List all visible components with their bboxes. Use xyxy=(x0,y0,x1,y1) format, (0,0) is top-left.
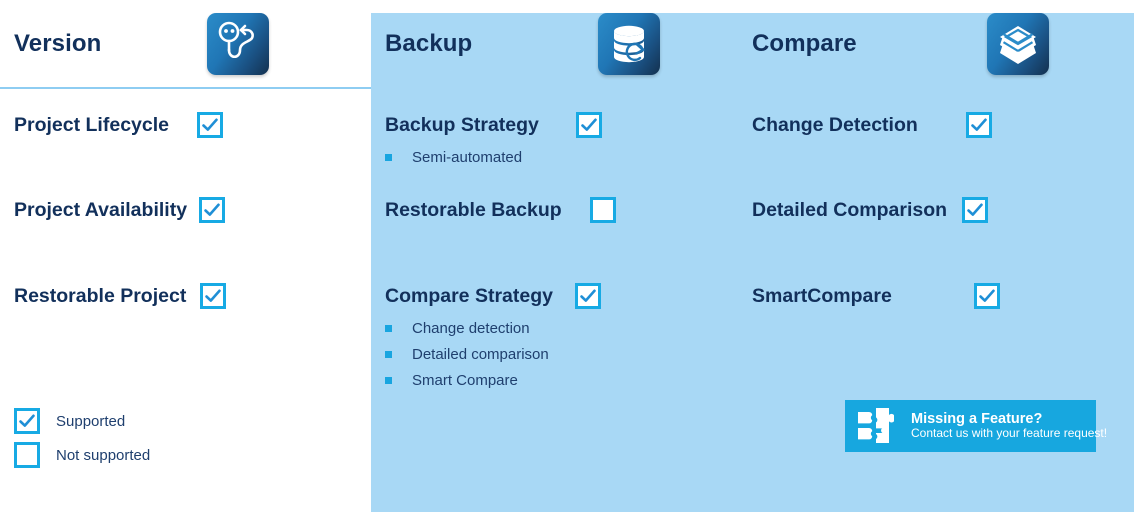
subitem: Smart Compare xyxy=(385,367,601,393)
banner-subtitle: Contact us with your feature request! xyxy=(911,426,1108,441)
legend-label-not-supported: Not supported xyxy=(56,446,151,464)
banner-text: Missing a Feature? Contact us with your … xyxy=(911,411,1107,441)
feature-label: Project Lifecycle xyxy=(14,113,169,136)
checkbox-supported[interactable] xyxy=(200,283,227,309)
legend: Supported Not supported xyxy=(14,404,150,472)
checkbox-supported[interactable] xyxy=(199,197,226,223)
checkbox-supported[interactable] xyxy=(575,112,602,138)
subitem: Semi-automated xyxy=(385,144,602,170)
feature-row: SmartCompare xyxy=(752,281,1000,311)
feature-label: Restorable Backup xyxy=(385,198,562,221)
feature-row: Backup Strategy Semi-automated xyxy=(385,110,602,170)
bullet-icon xyxy=(385,324,392,332)
puzzle-piece-icon xyxy=(856,406,900,446)
checkbox-supported[interactable] xyxy=(197,112,223,138)
subitem-label: Detailed comparison xyxy=(412,345,549,363)
checkbox-supported[interactable] xyxy=(973,283,1000,309)
feature-label: SmartCompare xyxy=(752,284,892,307)
banner-title: Missing a Feature? xyxy=(911,410,1043,427)
feature-row: Project Availability xyxy=(14,195,226,225)
checkbox-supported[interactable] xyxy=(965,112,992,138)
feature-label: Backup Strategy xyxy=(385,113,539,136)
checkbox-not-supported-sample xyxy=(14,442,40,468)
feature-row: Detailed Comparison xyxy=(752,195,989,225)
feature-label: Compare Strategy xyxy=(385,284,553,307)
subitem: Change detection xyxy=(385,315,601,341)
bullet-icon xyxy=(385,153,392,161)
checkbox-supported-sample xyxy=(14,408,40,434)
column-header-version: Version xyxy=(0,0,371,87)
checkbox-supported[interactable] xyxy=(962,197,989,223)
database-restore-icon xyxy=(598,13,660,75)
feature-label: Detailed Comparison xyxy=(752,198,948,221)
feature-row: Project Lifecycle xyxy=(14,110,223,140)
legend-item-not-supported: Not supported xyxy=(14,438,150,472)
feature-row: Change Detection xyxy=(752,110,992,140)
feature-subitems: Change detection Detailed comparison Sma… xyxy=(385,315,601,393)
missing-feature-banner[interactable]: Missing a Feature? Contact us with your … xyxy=(845,400,1107,452)
column-version: Version Project Lifecycle Project Availa… xyxy=(0,0,371,512)
legend-label-supported: Supported xyxy=(56,412,126,430)
feature-label: Change Detection xyxy=(752,113,918,136)
feature-row: Restorable Project xyxy=(14,281,227,311)
column-header-compare: Compare xyxy=(738,0,1134,87)
column-backup: Backup Backup Strategy Semi-automated Re… xyxy=(371,0,738,512)
legend-item-supported: Supported xyxy=(14,404,150,438)
feature-label: Project Availability xyxy=(14,198,188,221)
layers-icon xyxy=(987,13,1049,75)
bullet-icon xyxy=(385,350,392,358)
column-title-compare: Compare xyxy=(752,30,857,57)
subitem: Detailed comparison xyxy=(385,341,601,367)
subitem-label: Semi-automated xyxy=(412,148,523,166)
feature-subitems: Semi-automated xyxy=(385,144,602,170)
subitem-label: Smart Compare xyxy=(412,371,518,389)
bullet-icon xyxy=(385,376,392,384)
feature-label: Restorable Project xyxy=(14,284,187,307)
column-header-backup: Backup xyxy=(371,0,738,87)
subitem-label: Change detection xyxy=(412,319,530,337)
column-title-version: Version xyxy=(14,30,102,57)
feature-row: Restorable Backup xyxy=(385,195,616,225)
checkbox-supported[interactable] xyxy=(574,283,601,309)
feature-row: Compare Strategy Change detection Detail… xyxy=(385,281,601,393)
column-title-backup: Backup xyxy=(385,30,473,57)
checkbox-not-supported[interactable] xyxy=(589,197,616,223)
version-tree-icon xyxy=(207,13,269,75)
